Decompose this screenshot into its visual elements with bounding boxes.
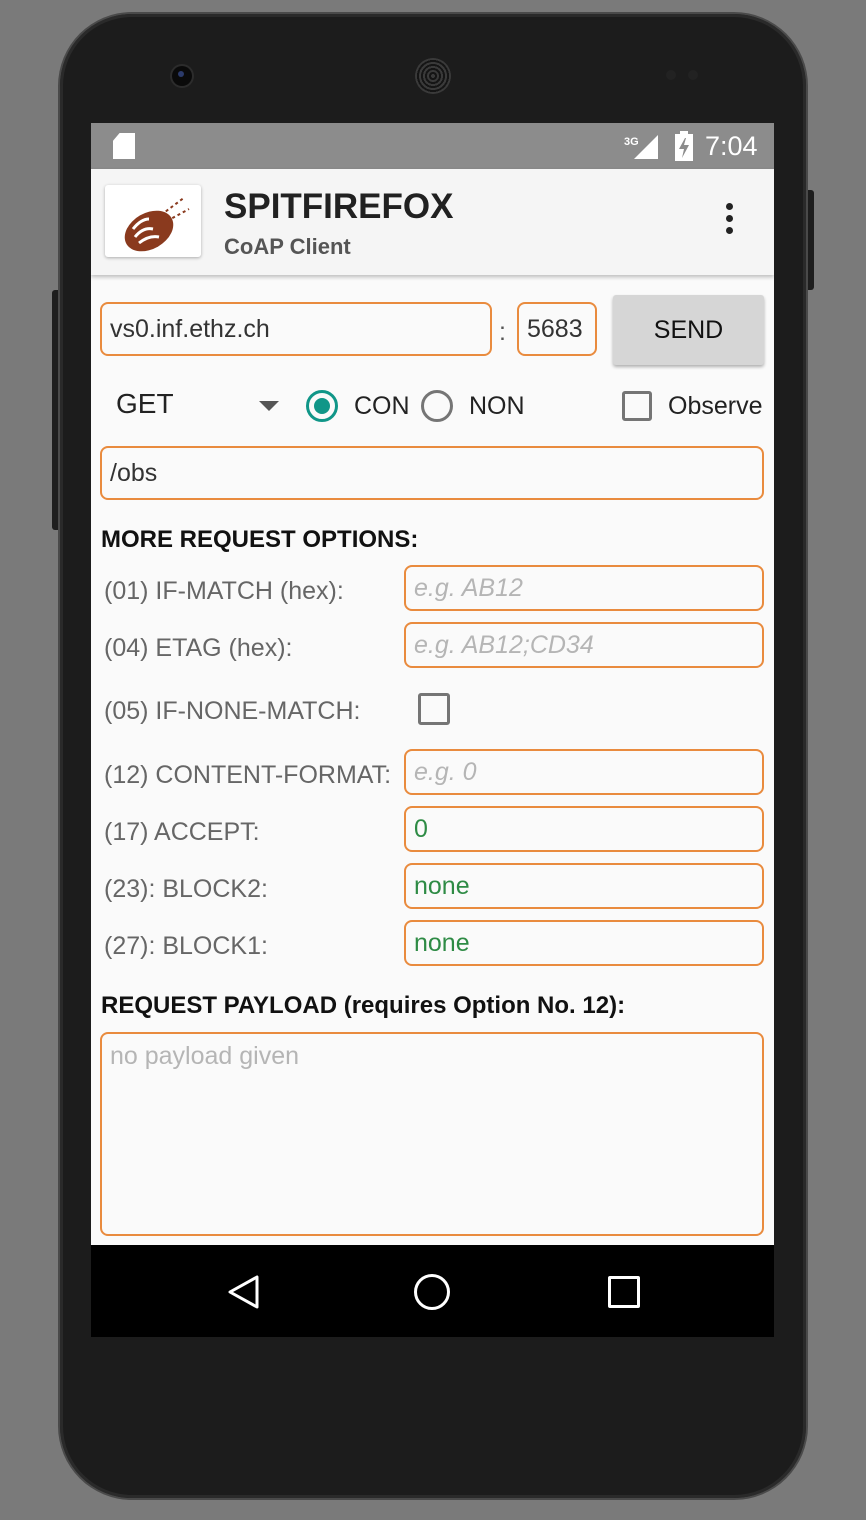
block2-label: (23): BLOCK2: bbox=[104, 875, 268, 903]
payload-textarea[interactable]: no payload given bbox=[100, 1032, 764, 1236]
light-sensor bbox=[688, 70, 698, 80]
app-title: SPITFIREFOX bbox=[224, 187, 454, 226]
content-format-input[interactable]: e.g. 0 bbox=[404, 749, 764, 795]
etag-input[interactable]: e.g. AB12;CD34 bbox=[404, 622, 764, 668]
network-type-label: 3G bbox=[624, 136, 639, 148]
non-label[interactable]: NON bbox=[469, 392, 525, 421]
app-bar: SPITFIREFOX CoAP Client bbox=[91, 169, 774, 275]
app-logo bbox=[105, 185, 201, 257]
accept-input[interactable]: 0 bbox=[404, 806, 764, 852]
if-none-match-checkbox[interactable] bbox=[418, 693, 450, 725]
etag-label: (04) ETAG (hex): bbox=[104, 634, 293, 662]
sd-card-icon bbox=[113, 133, 135, 159]
observe-checkbox[interactable] bbox=[622, 391, 652, 421]
send-button[interactable]: SEND bbox=[613, 295, 764, 365]
options-heading: MORE REQUEST OPTIONS: bbox=[101, 526, 419, 553]
accept-label: (17) ACCEPT: bbox=[104, 818, 260, 846]
path-input[interactable]: /obs bbox=[100, 446, 764, 500]
if-match-label: (01) IF-MATCH (hex): bbox=[104, 577, 344, 605]
earpiece-speaker bbox=[415, 58, 451, 94]
host-port-separator: : bbox=[499, 318, 506, 346]
signal-3g-icon: 3G bbox=[624, 135, 658, 159]
con-label[interactable]: CON bbox=[354, 392, 410, 421]
overflow-menu-icon[interactable] bbox=[719, 203, 739, 243]
proximity-sensor bbox=[666, 70, 676, 80]
dropdown-arrow-icon[interactable] bbox=[259, 401, 279, 411]
payload-heading: REQUEST PAYLOAD (requires Option No. 12)… bbox=[101, 992, 626, 1019]
screen: 3G 7:04 SPITFIREFOX CoAP Client vs0.inf.… bbox=[91, 123, 774, 1337]
back-icon[interactable] bbox=[227, 1275, 259, 1309]
front-camera bbox=[172, 66, 192, 86]
status-time: 7:04 bbox=[705, 131, 758, 161]
app-subtitle: CoAP Client bbox=[224, 234, 351, 259]
non-radio[interactable] bbox=[421, 390, 453, 422]
if-match-input[interactable]: e.g. AB12 bbox=[404, 565, 764, 611]
content-format-label: (12) CONTENT-FORMAT: bbox=[104, 761, 392, 789]
observe-label[interactable]: Observe bbox=[668, 392, 762, 421]
battery-icon bbox=[675, 131, 693, 161]
block2-input[interactable]: none bbox=[404, 863, 764, 909]
block1-label: (27): BLOCK1: bbox=[104, 932, 268, 960]
recent-apps-icon[interactable] bbox=[608, 1276, 640, 1308]
if-none-match-label: (05) IF-NONE-MATCH: bbox=[104, 697, 361, 725]
block1-input[interactable]: none bbox=[404, 920, 764, 966]
host-input[interactable]: vs0.inf.ethz.ch bbox=[100, 302, 492, 356]
con-radio[interactable] bbox=[306, 390, 338, 422]
navigation-bar bbox=[91, 1245, 774, 1337]
method-dropdown-value[interactable]: GET bbox=[116, 388, 174, 420]
port-input[interactable]: 5683 bbox=[517, 302, 597, 356]
home-icon[interactable] bbox=[414, 1274, 450, 1310]
status-bar: 3G 7:04 bbox=[91, 123, 774, 169]
